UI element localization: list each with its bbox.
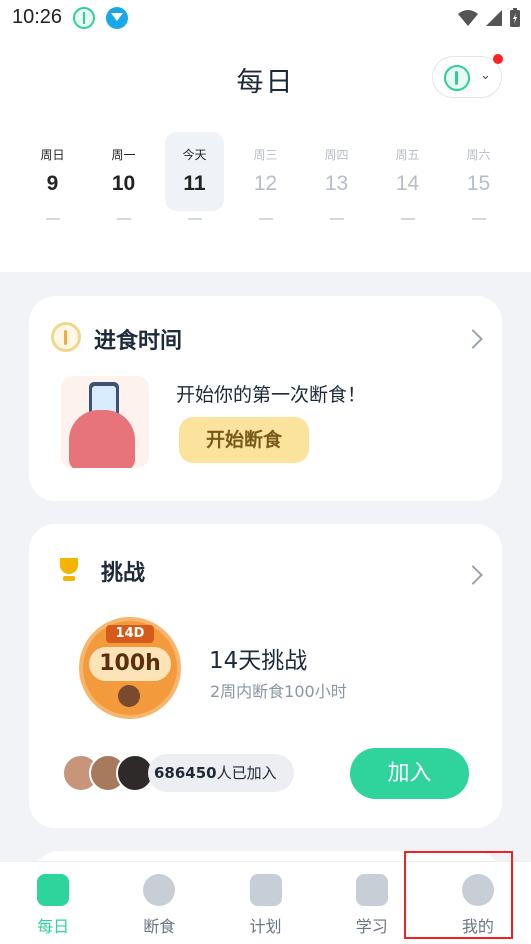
signal-icon <box>486 10 502 26</box>
battery-icon <box>510 8 520 27</box>
download-icon <box>106 7 128 29</box>
day-number: 13 <box>324 172 349 195</box>
join-count: 686450 <box>154 764 217 782</box>
day-indicator <box>471 218 486 220</box>
fasting-prompt: 开始你的第一次断食！ <box>176 384 367 406</box>
challenge-card-title: 挑战 <box>101 561 146 586</box>
day-indicator <box>187 218 202 220</box>
badge-hours: 100h <box>89 647 171 681</box>
day-name: 周六 <box>466 148 491 162</box>
week-strip: 周日 9 周一 10 今天 11 周三 12 周四 13 周五 14 周六 15 <box>23 132 508 220</box>
day-today[interactable]: 今天 11 <box>165 132 224 220</box>
daily-icon <box>37 874 70 906</box>
tab-plan[interactable]: 计划 <box>212 862 318 944</box>
challenge-name: 14天挑战 <box>209 648 308 674</box>
participants-row: 686450人已加入 <box>59 754 325 794</box>
participants-count: 686450人已加入 <box>148 754 294 792</box>
status-bar: 10:26 <box>0 0 531 36</box>
day-number: 15 <box>466 172 491 195</box>
system-icons <box>457 6 521 30</box>
join-suffix: 人已加入 <box>216 764 277 782</box>
day-thursday[interactable]: 周四 13 <box>307 132 366 220</box>
eating-time-card[interactable]: 进食时间 开始你的第一次断食！ 开始断食 <box>29 296 502 501</box>
day-monday[interactable]: 周一 10 <box>94 132 153 220</box>
daily-header: 每日 ⌄ 周日 9 周一 10 今天 11 周三 12 周四 13 周五 14 … <box>0 36 531 272</box>
day-name: 今天 <box>182 148 207 162</box>
day-number: 11 <box>183 172 206 195</box>
join-challenge-button[interactable]: 加入 <box>350 748 469 799</box>
lightning-icon <box>143 874 176 906</box>
day-indicator <box>400 218 415 220</box>
tab-fasting[interactable]: 断食 <box>106 862 212 944</box>
challenge-card[interactable]: 挑战 14D 100h 14天挑战 2周内断食100小时 686450人已加入 … <box>29 524 502 828</box>
fork-clock-icon <box>51 322 81 352</box>
badge-tag: 14D <box>106 625 154 643</box>
hand-image <box>69 410 135 468</box>
eating-card-title: 进食时间 <box>94 329 183 354</box>
challenge-subtitle: 2周内断食100小时 <box>210 682 347 701</box>
day-indicator <box>258 218 273 220</box>
day-saturday[interactable]: 周六 15 <box>449 132 508 220</box>
mode-switch-button[interactable]: ⌄ <box>432 54 503 98</box>
day-number: 12 <box>253 172 278 195</box>
chevron-right-icon[interactable] <box>463 329 483 349</box>
day-number: 10 <box>111 172 136 195</box>
chevron-right-icon[interactable] <box>463 565 483 585</box>
day-number: 9 <box>46 172 59 195</box>
start-fasting-button[interactable]: 开始断食 <box>179 417 309 463</box>
plate-icon <box>118 685 140 707</box>
tab-label: 计划 <box>249 917 282 936</box>
tab-daily[interactable]: 每日 <box>0 862 106 944</box>
day-name: 周日 <box>40 148 65 162</box>
trophy-icon <box>55 558 83 582</box>
tab-label: 断食 <box>143 917 176 936</box>
day-indicator <box>329 218 344 220</box>
day-sunday[interactable]: 周日 9 <box>23 132 82 220</box>
phone-illustration <box>61 376 149 468</box>
day-number: 14 <box>395 172 420 195</box>
challenge-badge: 14D 100h <box>79 617 181 719</box>
day-indicator <box>45 218 60 220</box>
day-wednesday[interactable]: 周三 12 <box>236 132 295 220</box>
app-notification-icon <box>73 7 95 29</box>
highlight-box <box>404 851 513 939</box>
fork-icon <box>444 65 470 91</box>
day-name: 周四 <box>324 148 349 162</box>
tab-label: 每日 <box>37 917 70 936</box>
notification-dot <box>493 54 503 64</box>
plan-icon <box>249 874 282 906</box>
chevron-down-icon: ⌄ <box>480 68 491 83</box>
status-time: 10:26 <box>12 6 63 28</box>
book-icon <box>355 874 388 906</box>
day-friday[interactable]: 周五 14 <box>378 132 437 220</box>
day-indicator <box>116 218 131 220</box>
day-name: 周三 <box>253 148 278 162</box>
wifi-icon <box>458 10 478 26</box>
day-name: 周五 <box>395 148 420 162</box>
day-name: 周一 <box>111 148 136 162</box>
